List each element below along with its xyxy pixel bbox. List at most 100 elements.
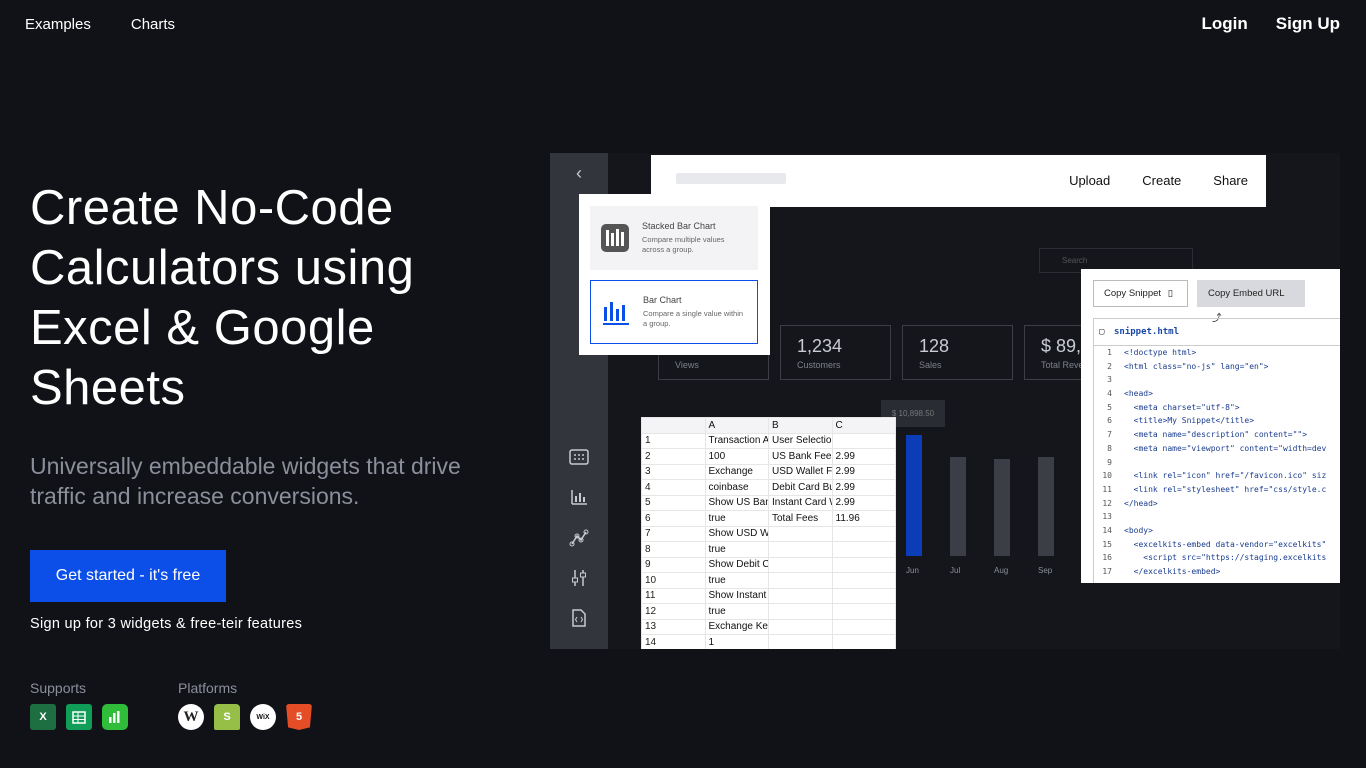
table-cell[interactable]: US Bank Fee	[768, 448, 833, 465]
table-cell[interactable]	[831, 541, 896, 558]
code-file-icon[interactable]	[568, 609, 590, 631]
code-block: 1 <!doctype html> 2 <html class="no-js" lan…	[1093, 346, 1340, 583]
table-cell[interactable]: true	[704, 541, 769, 558]
row-number[interactable]: 5	[641, 494, 706, 511]
table-cell[interactable]	[831, 634, 896, 649]
table-cell[interactable]: Exchange Key	[704, 618, 769, 635]
shopify-icon: S	[214, 704, 240, 730]
row-number[interactable]: 11	[641, 587, 706, 604]
table-cell[interactable]: User Selection:	[768, 432, 833, 449]
filename-label: snippet.html	[1114, 327, 1180, 337]
bar-chart-preview	[896, 435, 1096, 556]
table-cell[interactable]: 11.96	[831, 510, 896, 527]
spreadsheet-grid: ABC1Transaction AmountUser Selection:210…	[641, 417, 896, 649]
table-cell[interactable]: 2.99	[831, 448, 896, 465]
row-number[interactable]: 14	[641, 634, 706, 649]
upload-button[interactable]: Upload	[1069, 173, 1110, 188]
line-number: 6	[1107, 416, 1112, 426]
code-line: 1 <!doctype html>	[1094, 346, 1340, 360]
table-cell[interactable]	[768, 587, 833, 604]
table-cell[interactable]	[768, 525, 833, 542]
row-number[interactable]: 4	[641, 479, 706, 496]
table-cell[interactable]: Debit Card Buy Fee	[768, 479, 833, 496]
nav-examples-link[interactable]: Examples	[25, 16, 91, 33]
table-row: 13 Exchange Key	[641, 618, 896, 635]
table-row: 1Transaction AmountUser Selection:	[641, 432, 896, 449]
code-text: <body>	[1124, 525, 1153, 535]
code-line: 12 </head>	[1094, 497, 1340, 511]
table-cell[interactable]	[831, 432, 896, 449]
table-cell[interactable]: 2.99	[831, 463, 896, 480]
chart-option-stacked-bar[interactable]: Stacked Bar Chart Compare multiple value…	[590, 206, 758, 270]
line-number: 2	[1107, 361, 1112, 371]
table-cell[interactable]: Total Fees	[768, 510, 833, 527]
table-cell[interactable]: true	[704, 572, 769, 589]
table-cell[interactable]	[768, 556, 833, 573]
kpi-value: 1,234	[797, 336, 843, 356]
code-line: 6 <title>My Snippet</title>	[1094, 414, 1340, 428]
table-cell[interactable]: Exchange	[704, 463, 769, 480]
row-number[interactable]: 1	[641, 432, 706, 449]
table-cell[interactable]: Show USD Wallet	[704, 525, 769, 542]
table-cell[interactable]	[768, 572, 833, 589]
line-number: 11	[1102, 484, 1112, 494]
copy-snippet-button[interactable]: Copy Snippet ▯	[1093, 280, 1188, 307]
table-cell[interactable]	[831, 556, 896, 573]
table-cell[interactable]	[831, 525, 896, 542]
table-cell[interactable]: true	[704, 603, 769, 620]
table-cell[interactable]	[768, 634, 833, 649]
table-cell[interactable]	[831, 618, 896, 635]
table-cell[interactable]	[831, 587, 896, 604]
table-cell[interactable]	[768, 603, 833, 620]
chart-bar	[1038, 456, 1054, 556]
row-number[interactable]: 3	[641, 463, 706, 480]
table-cell[interactable]: USD Wallet Fee	[768, 463, 833, 480]
line-graph-icon[interactable]	[568, 529, 590, 551]
chart-option-bar[interactable]: Bar Chart Compare a single value within …	[590, 280, 758, 344]
code-text: <link rel="stylesheet" href="css/style.c	[1124, 484, 1327, 494]
signup-link[interactable]: Sign Up	[1276, 14, 1340, 34]
month-label: Jun	[906, 566, 919, 575]
table-cell[interactable]	[768, 618, 833, 635]
row-number[interactable]: 12	[641, 603, 706, 620]
share-button[interactable]: Share	[1213, 173, 1248, 188]
bar-chart-icon[interactable]	[568, 488, 590, 510]
table-cell[interactable]: Instant Card Withdrawal	[768, 494, 833, 511]
table-cell[interactable]: 1	[704, 634, 769, 649]
row-number[interactable]: 8	[641, 541, 706, 558]
create-button[interactable]: Create	[1142, 173, 1181, 188]
code-text: <!doctype html>	[1124, 348, 1197, 357]
row-number[interactable]: 10	[641, 572, 706, 589]
code-text: <meta name="description" content="">	[1124, 430, 1308, 440]
table-cell[interactable]: 100	[704, 448, 769, 465]
table-cell[interactable]: true	[704, 510, 769, 527]
get-started-button[interactable]: Get started - it's free	[30, 550, 226, 602]
table-cell[interactable]: 2.99	[831, 479, 896, 496]
column-header[interactable]: B	[768, 417, 833, 434]
row-number[interactable]: 9	[641, 556, 706, 573]
chevron-left-icon[interactable]: ‹	[568, 162, 590, 184]
table-cell[interactable]	[768, 541, 833, 558]
table-cell[interactable]: Show Instant Card Withdrawal	[704, 587, 769, 604]
row-number[interactable]: 13	[641, 618, 706, 635]
column-header[interactable]: A	[704, 417, 769, 434]
sliders-icon[interactable]	[568, 569, 590, 591]
row-number[interactable]: 6	[641, 510, 706, 527]
table-cell[interactable]	[831, 603, 896, 620]
line-number: 16	[1102, 553, 1112, 563]
row-number[interactable]: 2	[641, 448, 706, 465]
row-number[interactable]: 7	[641, 525, 706, 542]
table-cell[interactable]: 2.99	[831, 494, 896, 511]
column-header[interactable]: C	[831, 417, 896, 434]
table-cell[interactable]: Transaction Amount	[704, 432, 769, 449]
table-cell[interactable]	[831, 572, 896, 589]
nav-charts-link[interactable]: Charts	[131, 16, 175, 33]
table-cell[interactable]: coinbase	[704, 479, 769, 496]
calculator-icon[interactable]	[568, 448, 590, 470]
copy-embed-url-button[interactable]: Copy Embed URL ⤴	[1197, 280, 1305, 324]
hero-subtitle: Universally embeddable widgets that driv…	[30, 453, 461, 509]
line-number: 14	[1102, 525, 1112, 535]
table-cell[interactable]: Show Debit Card Buy	[704, 556, 769, 573]
login-link[interactable]: Login	[1202, 14, 1248, 34]
table-cell[interactable]: Show US Bank Account	[704, 494, 769, 511]
